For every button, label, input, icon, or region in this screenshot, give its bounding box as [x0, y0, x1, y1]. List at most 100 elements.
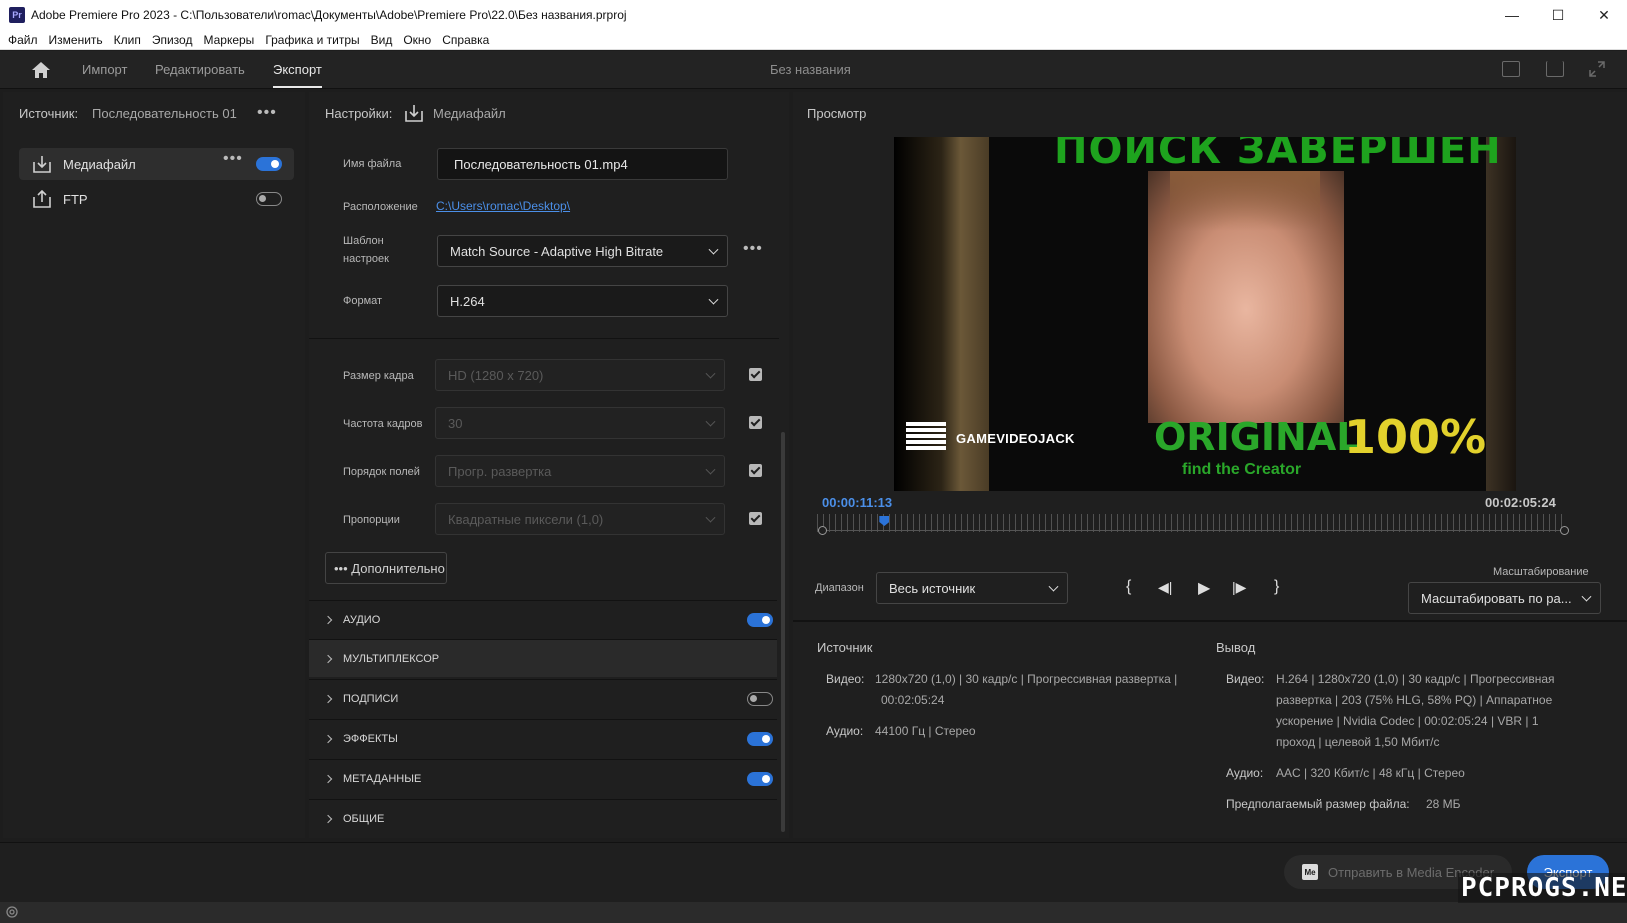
- mark-out-button[interactable]: }: [1274, 578, 1279, 596]
- settings-scrollbar[interactable]: [781, 432, 785, 832]
- frame-size-match-checkbox[interactable]: [749, 368, 762, 381]
- destination-ftp[interactable]: FTP: [19, 183, 294, 215]
- source-video-label: Видео:: [826, 672, 865, 686]
- fullscreen-icon[interactable]: [1588, 60, 1606, 78]
- video-face-image: [1148, 171, 1344, 423]
- chevron-right-icon: [323, 694, 333, 703]
- source-sequence[interactable]: Последовательность 01: [92, 106, 237, 121]
- chevron-down-icon: [705, 368, 716, 379]
- section-general[interactable]: ОБЩИЕ: [309, 799, 777, 837]
- media-encoder-icon: Me: [1302, 864, 1318, 880]
- media-file-toggle[interactable]: [256, 157, 282, 171]
- workspace-header: Импорт Редактировать Экспорт Без названи…: [0, 51, 1627, 89]
- source-label: Источник:: [19, 106, 79, 121]
- tab-import[interactable]: Импорт: [82, 62, 127, 77]
- aspect-match-checkbox[interactable]: [749, 512, 762, 525]
- menu-edit[interactable]: Изменить: [45, 33, 107, 47]
- ftp-upload-icon: [33, 190, 51, 208]
- advanced-button[interactable]: ••• Дополнительно: [325, 552, 447, 584]
- close-button[interactable]: ✕: [1581, 0, 1627, 30]
- frame-rate-value: 30: [448, 415, 463, 431]
- settings-label: Настройки:: [325, 106, 393, 121]
- frame-rate-select[interactable]: 30: [435, 407, 725, 439]
- field-order-match-checkbox[interactable]: [749, 464, 762, 477]
- menu-sequence[interactable]: Эпизод: [148, 33, 197, 47]
- share-icon[interactable]: [1546, 61, 1564, 77]
- output-info-title: Вывод: [1216, 640, 1256, 655]
- video-brand-text: GAMEVIDEOJACK: [956, 431, 1075, 446]
- title-bar: Pr Adobe Premiere Pro 2023 - C:\Пользова…: [0, 0, 1627, 30]
- section-captions[interactable]: ПОДПИСИ: [309, 679, 777, 717]
- frame-rate-match-checkbox[interactable]: [749, 416, 762, 429]
- in-point-handle[interactable]: [818, 526, 827, 535]
- effects-toggle[interactable]: [747, 732, 773, 746]
- destination-media-file[interactable]: Медиафайл: [19, 148, 294, 180]
- output-audio-value: AAC | 320 Кбит/с | 48 кГц | Стерео: [1276, 766, 1465, 780]
- source-more-button[interactable]: •••: [257, 104, 277, 122]
- section-audio[interactable]: АУДИО: [309, 600, 777, 638]
- captions-toggle[interactable]: [747, 692, 773, 706]
- settings-panel: Настройки: Медиафайл Имя файла Последова…: [309, 92, 789, 838]
- scale-label: Масштабирование: [1493, 566, 1589, 578]
- current-timecode[interactable]: 00:00:11:13: [822, 495, 892, 510]
- location-link[interactable]: C:\Users\romac\Desktop\: [436, 199, 570, 213]
- video-creator-text: find the Creator: [1182, 461, 1302, 478]
- tab-export[interactable]: Экспорт: [273, 62, 322, 88]
- workspace-icon[interactable]: [1502, 61, 1520, 77]
- chevron-down-icon: [1581, 591, 1592, 602]
- aspect-select[interactable]: Квадратные пиксели (1,0): [435, 503, 725, 535]
- maximize-button[interactable]: ☐: [1535, 0, 1581, 30]
- destination-more-button[interactable]: •••: [223, 150, 243, 168]
- range-select[interactable]: Весь источник: [876, 572, 1068, 604]
- audio-toggle[interactable]: [747, 613, 773, 627]
- preset-select[interactable]: Match Source - Adaptive High Bitrate: [437, 235, 728, 267]
- chevron-down-icon: [705, 416, 716, 427]
- file-size-label: Предполагаемый размер файла:: [1226, 797, 1410, 811]
- output-video-line-3: ускорение | Nvidia Codec | 00:02:05:24 |…: [1276, 714, 1539, 728]
- play-button[interactable]: ▶: [1198, 578, 1210, 598]
- minimize-button[interactable]: —: [1489, 0, 1535, 30]
- menu-markers[interactable]: Маркеры: [199, 33, 258, 47]
- preset-label: Шаблон: [343, 235, 384, 247]
- field-order-label: Порядок полей: [343, 466, 420, 478]
- destination-label: Медиафайл: [63, 156, 136, 172]
- mark-in-button[interactable]: {: [1126, 578, 1131, 596]
- section-metadata[interactable]: МЕТАДАННЫЕ: [309, 759, 777, 797]
- format-select[interactable]: H.264: [437, 285, 728, 317]
- frame-size-label: Размер кадра: [343, 370, 414, 382]
- menu-graphics[interactable]: Графика и титры: [261, 33, 363, 47]
- filename-input[interactable]: Последовательность 01.mp4: [437, 148, 728, 180]
- section-label: АУДИО: [343, 613, 381, 626]
- section-label: ОБЩИЕ: [343, 812, 385, 825]
- home-icon[interactable]: [30, 60, 52, 80]
- video-percent-text: 100%: [1344, 410, 1487, 464]
- cloud-sync-icon[interactable]: [5, 906, 19, 918]
- step-forward-button[interactable]: |▶: [1232, 579, 1246, 596]
- format-label: Формат: [343, 295, 383, 307]
- tab-edit[interactable]: Редактировать: [155, 62, 245, 77]
- preset-more-button[interactable]: •••: [743, 240, 763, 258]
- menu-window[interactable]: Окно: [399, 33, 435, 47]
- step-back-button[interactable]: ◀|: [1158, 579, 1172, 596]
- source-video-duration: 00:02:05:24: [881, 693, 945, 707]
- chevron-down-icon: [708, 244, 719, 255]
- menu-help[interactable]: Справка: [438, 33, 493, 47]
- output-video-line-1: H.264 | 1280x720 (1,0) | 30 кадр/с | Про…: [1276, 672, 1555, 686]
- menu-clip[interactable]: Клип: [110, 33, 145, 47]
- metadata-toggle[interactable]: [747, 772, 773, 786]
- menu-view[interactable]: Вид: [367, 33, 397, 47]
- status-bar: [0, 902, 1627, 923]
- section-effects[interactable]: ЭФФЕКТЫ: [309, 719, 777, 757]
- menu-file[interactable]: Файл: [4, 33, 42, 47]
- source-video-value: 1280x720 (1,0) | 30 кадр/с | Прогрессивн…: [875, 672, 1178, 686]
- field-order-select[interactable]: Прогр. развертка: [435, 455, 725, 487]
- section-multiplexer[interactable]: МУЛЬТИПЛЕКСОР: [309, 639, 777, 677]
- window-title: Adobe Premiere Pro 2023 - C:\Пользовател…: [31, 8, 627, 22]
- range-value: Весь источник: [889, 580, 976, 596]
- source-panel: Источник: Последовательность 01 ••• Меди…: [3, 92, 305, 838]
- out-point-handle[interactable]: [1560, 526, 1569, 535]
- scale-select[interactable]: Масштабировать по ра...: [1408, 582, 1601, 614]
- frame-size-select[interactable]: HD (1280 x 720): [435, 359, 725, 391]
- ftp-toggle[interactable]: [256, 192, 282, 206]
- chevron-right-icon: [323, 814, 333, 823]
